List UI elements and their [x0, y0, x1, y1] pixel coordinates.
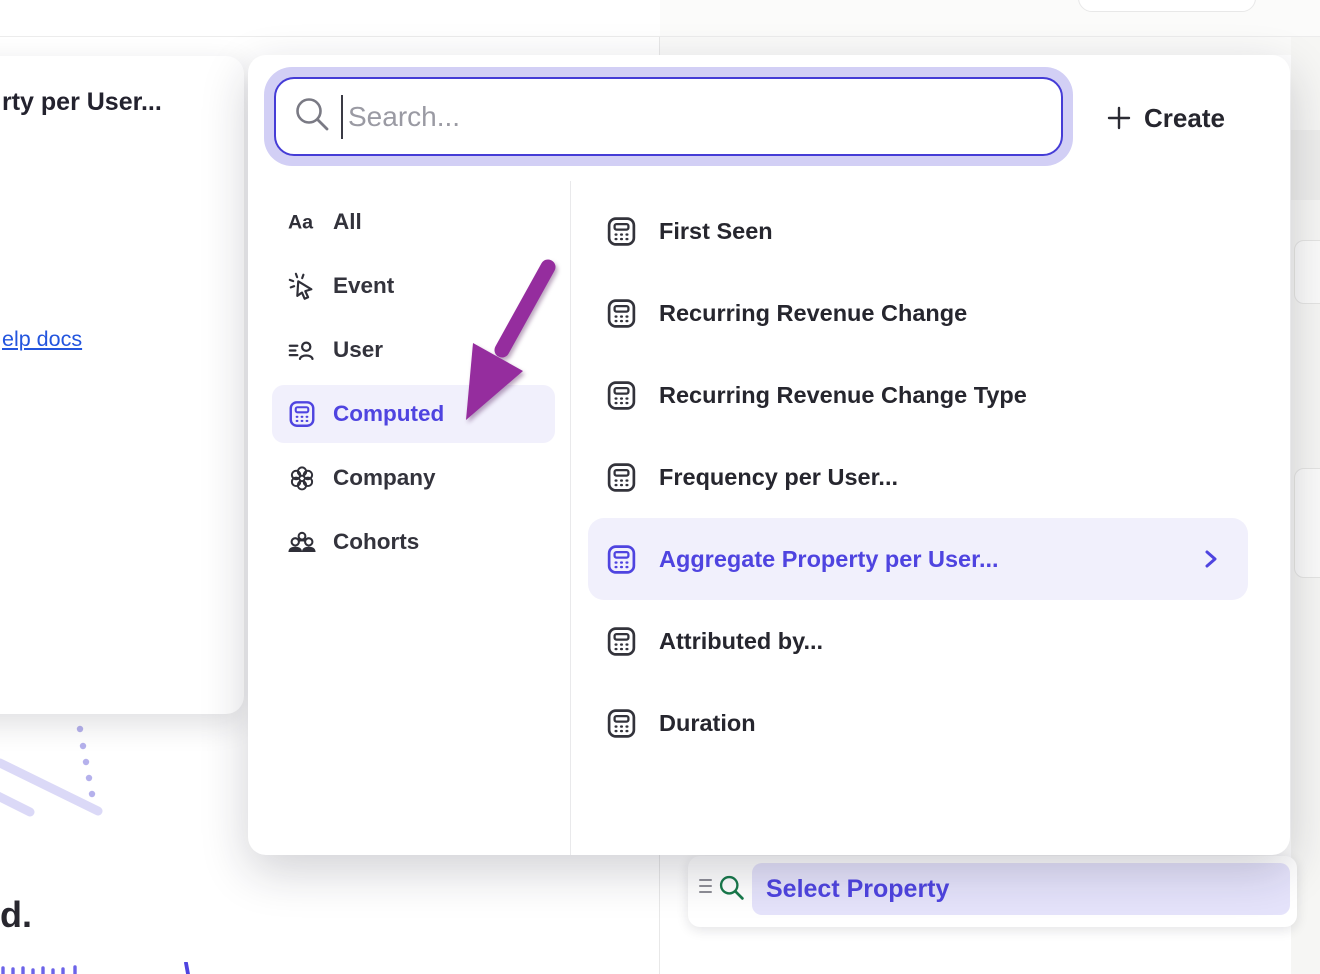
select-property-button[interactable]: Select Property: [752, 863, 1290, 915]
partial-card-edge: [1294, 240, 1320, 304]
modal-column-divider: [570, 181, 571, 855]
property-label: Recurring Revenue Change Type: [659, 382, 1027, 409]
text-caret: [341, 95, 343, 139]
category-label: Computed: [333, 401, 444, 427]
company-icon: [287, 463, 317, 493]
property-item[interactable]: Aggregate Property per User...: [588, 518, 1248, 600]
chevron-right-icon: [1196, 545, 1224, 573]
calculator-icon: [605, 215, 638, 248]
drag-handle-icon[interactable]: [699, 879, 712, 897]
property-label: Attributed by...: [659, 628, 823, 655]
category-label: All: [333, 209, 362, 235]
search-input[interactable]: [346, 83, 1040, 151]
category-label: Company: [333, 465, 436, 491]
property-item[interactable]: First Seen: [588, 190, 1248, 272]
select-property-card: Select Property: [688, 856, 1297, 927]
tooltip-title: rty per User...: [2, 88, 162, 117]
search-icon: [291, 93, 335, 137]
select-property-label: Select Property: [766, 875, 949, 904]
category-item[interactable]: Cohorts: [272, 513, 555, 571]
page-background-band: [1291, 130, 1320, 200]
page-background-strip: [660, 37, 1320, 55]
property-item[interactable]: Recurring Revenue Change: [588, 272, 1248, 354]
category-item[interactable]: Aa All: [272, 193, 555, 251]
svg-text:Aa: Aa: [288, 212, 314, 234]
partial-top-button[interactable]: [1078, 0, 1256, 12]
category-label: Event: [333, 273, 394, 299]
cut-off-link-fragment: [0, 962, 200, 974]
calculator-icon: [605, 297, 638, 330]
property-label: Duration: [659, 710, 756, 737]
create-button-label: Create: [1144, 103, 1225, 134]
property-item[interactable]: Duration: [588, 682, 1248, 764]
calculator-icon: [605, 543, 638, 576]
calculator-icon: [605, 625, 638, 658]
property-tooltip-card: rty per User... elp docs: [0, 56, 244, 714]
category-item[interactable]: Company: [272, 449, 555, 507]
property-item[interactable]: Recurring Revenue Change Type: [588, 354, 1248, 436]
property-label: Recurring Revenue Change: [659, 300, 967, 327]
calculator-icon: [287, 399, 317, 429]
screen: d. rty per User... elp docs Select Prope…: [0, 0, 1320, 974]
category-item[interactable]: User: [272, 321, 555, 379]
plus-icon: [1106, 105, 1132, 131]
property-picker-modal: Create Aa All Event User Computed Compan…: [248, 55, 1290, 855]
help-docs-link[interactable]: elp docs: [2, 327, 82, 352]
category-item[interactable]: Computed: [272, 385, 555, 443]
create-button[interactable]: Create: [1106, 91, 1266, 145]
property-item[interactable]: Frequency per User...: [588, 436, 1248, 518]
calculator-icon: [605, 379, 638, 412]
event-click-icon: [287, 271, 317, 301]
search-field-glow: [264, 67, 1073, 166]
property-label: Frequency per User...: [659, 464, 898, 491]
category-item[interactable]: Event: [272, 257, 555, 315]
property-label: Aggregate Property per User...: [659, 546, 999, 573]
property-search-icon: [717, 873, 746, 902]
search-field[interactable]: [274, 77, 1063, 156]
category-label: Cohorts: [333, 529, 419, 555]
cohorts-icon: [287, 527, 317, 557]
calculator-icon: [605, 707, 638, 740]
partial-card-edge: [1294, 468, 1320, 578]
category-label: User: [333, 337, 383, 363]
property-item[interactable]: Attributed by...: [588, 600, 1248, 682]
cut-off-heading: d.: [0, 894, 32, 936]
aa-icon: Aa: [287, 207, 317, 237]
calculator-icon: [605, 461, 638, 494]
property-label: First Seen: [659, 218, 773, 245]
user-icon: [287, 335, 317, 365]
